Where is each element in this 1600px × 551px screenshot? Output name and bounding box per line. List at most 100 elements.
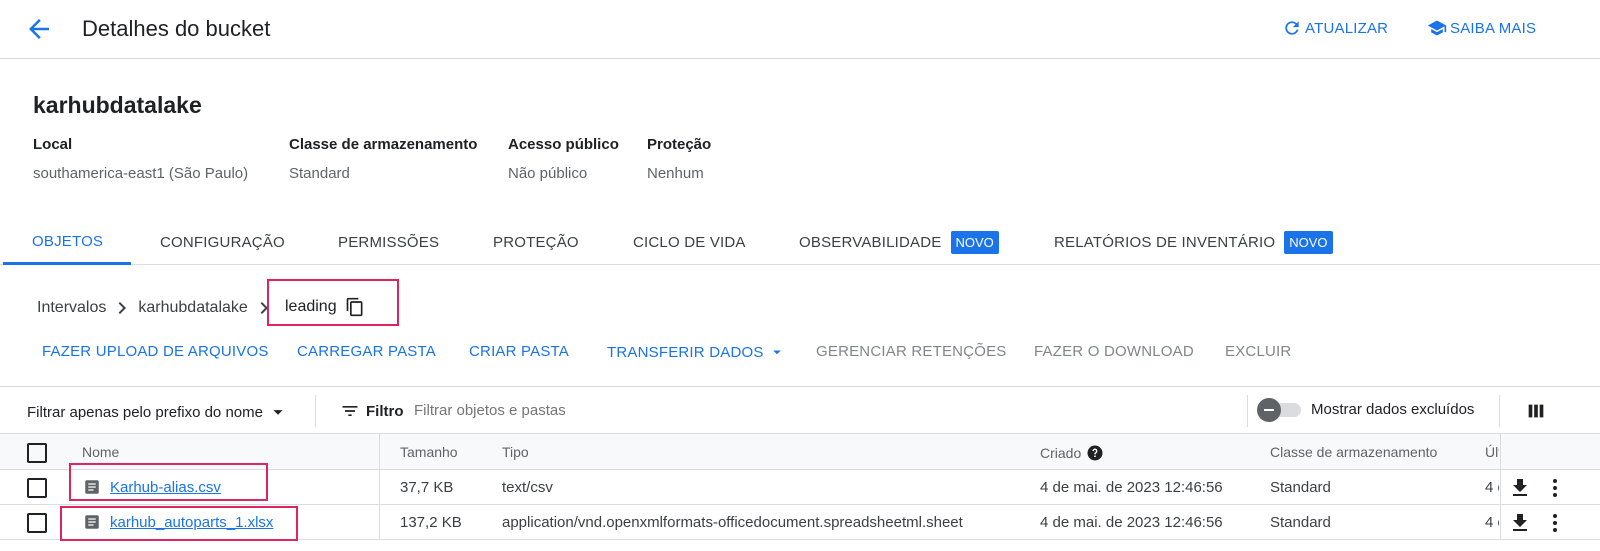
column-display-icon[interactable] bbox=[1525, 400, 1547, 422]
column-header-type[interactable]: Tipo bbox=[502, 444, 529, 460]
meta-location: Local southamerica-east1 (São Paulo) bbox=[33, 136, 248, 182]
tab-configuration[interactable]: CONFIGURAÇÃO bbox=[160, 220, 285, 265]
select-all-checkbox[interactable] bbox=[27, 443, 47, 463]
meta-key: Classe de armazenamento bbox=[289, 136, 478, 153]
learn-more-button[interactable]: SAIBA MAIS bbox=[1427, 18, 1536, 38]
tab-observability[interactable]: OBSERVABILIDADE NOVO bbox=[799, 220, 999, 265]
download-icon[interactable] bbox=[1508, 511, 1532, 535]
breadcrumb: Intervalos karhubdatalake bbox=[37, 296, 280, 320]
refresh-label: ATUALIZAR bbox=[1305, 19, 1389, 37]
meta-storage-class: Classe de armazenamento Standard bbox=[289, 136, 477, 182]
file-type: text/csv bbox=[502, 479, 553, 496]
filter-bar: Filtrar apenas pelo prefixo do nome Filt… bbox=[0, 386, 1600, 434]
column-header-name[interactable]: Nome bbox=[82, 444, 119, 460]
back-arrow-icon[interactable] bbox=[24, 14, 54, 44]
tab-label: CONFIGURAÇÃO bbox=[160, 234, 285, 251]
meta-value: Standard bbox=[289, 165, 350, 182]
copy-icon[interactable] bbox=[345, 297, 365, 317]
file-storage-class: Standard bbox=[1270, 479, 1331, 496]
highlight-box bbox=[69, 463, 268, 501]
show-deleted-toggle[interactable] bbox=[1257, 397, 1302, 423]
divider bbox=[1500, 505, 1501, 540]
divider bbox=[379, 434, 380, 470]
upload-folder-button[interactable]: CARREGAR PASTA bbox=[297, 343, 436, 360]
divider bbox=[1499, 395, 1500, 427]
tab-label: PROTEÇÃO bbox=[493, 234, 579, 251]
divider bbox=[379, 505, 380, 540]
upload-files-button[interactable]: FAZER UPLOAD DE ARQUIVOS bbox=[42, 343, 269, 360]
breadcrumb-item[interactable]: Intervalos bbox=[37, 299, 106, 317]
tab-objects[interactable]: OBJETOS bbox=[3, 220, 131, 265]
breadcrumb-item[interactable]: karhubdatalake bbox=[138, 299, 247, 317]
file-last-modified: 4 d bbox=[1485, 479, 1499, 496]
tab-label: PERMISSÕES bbox=[338, 234, 440, 251]
file-storage-class: Standard bbox=[1270, 514, 1331, 531]
refresh-icon bbox=[1282, 18, 1302, 38]
file-created: 4 de mai. de 2023 12:46:56 bbox=[1040, 479, 1223, 496]
tab-protection[interactable]: PROTEÇÃO bbox=[493, 220, 579, 265]
learn-more-label: SAIBA MAIS bbox=[1450, 19, 1537, 37]
column-header-created[interactable]: Criado bbox=[1040, 444, 1104, 462]
meta-key: Acesso público bbox=[508, 136, 619, 153]
dropdown-arrow-icon bbox=[768, 343, 786, 361]
show-deleted-label: Mostrar dados excluídos bbox=[1311, 401, 1475, 418]
column-header-size[interactable]: Tamanho bbox=[400, 444, 458, 460]
tab-label: CICLO DE VIDA bbox=[633, 234, 746, 251]
tab-bar: OBJETOS CONFIGURAÇÃO PERMISSÕES PROTEÇÃO… bbox=[0, 220, 1600, 265]
download-icon[interactable] bbox=[1508, 476, 1532, 500]
file-size: 37,7 KB bbox=[400, 479, 454, 496]
divider bbox=[379, 470, 380, 505]
row-checkbox[interactable] bbox=[27, 478, 47, 498]
divider bbox=[1247, 395, 1248, 427]
file-type: application/vnd.openxmlformats-officedoc… bbox=[502, 514, 963, 531]
transfer-data-button[interactable]: TRANSFERIR DADOS bbox=[607, 343, 786, 361]
school-icon bbox=[1427, 18, 1447, 38]
meta-value: Não público bbox=[508, 165, 588, 182]
more-options-icon[interactable] bbox=[1543, 511, 1567, 535]
breadcrumb-current-label: leading bbox=[285, 298, 337, 315]
download-button[interactable]: FAZER O DOWNLOAD bbox=[1034, 343, 1194, 360]
create-folder-button[interactable]: CRIAR PASTA bbox=[469, 343, 569, 360]
filter-label: Filtro bbox=[366, 402, 404, 420]
manage-retentions-button[interactable]: GERENCIAR RETENÇÕES bbox=[816, 343, 1007, 360]
more-options-icon[interactable] bbox=[1543, 476, 1567, 500]
divider bbox=[1500, 470, 1501, 505]
dropdown-arrow-icon bbox=[267, 401, 289, 423]
file-last-modified: 4 d bbox=[1485, 514, 1499, 531]
prefix-filter-label: Filtrar apenas pelo prefixo do nome bbox=[27, 403, 263, 421]
filter-input[interactable] bbox=[414, 397, 1114, 423]
meta-value: southamerica-east1 (São Paulo) bbox=[33, 165, 249, 182]
file-size: 137,2 KB bbox=[400, 514, 462, 531]
tab-inventory-reports[interactable]: RELATÓRIOS DE INVENTÁRIO NOVO bbox=[1054, 220, 1333, 265]
meta-key: Proteção bbox=[647, 136, 712, 153]
file-created: 4 de mai. de 2023 12:46:56 bbox=[1040, 514, 1223, 531]
divider bbox=[315, 395, 316, 427]
transfer-data-label: TRANSFERIR DADOS bbox=[607, 343, 764, 361]
tab-permissions[interactable]: PERMISSÕES bbox=[338, 220, 439, 265]
help-icon[interactable] bbox=[1086, 444, 1104, 462]
tab-label: OBJETOS bbox=[32, 232, 104, 250]
column-header-label: Criado bbox=[1040, 445, 1082, 461]
divider bbox=[1500, 434, 1501, 470]
filter-control[interactable]: Filtro bbox=[340, 401, 404, 421]
page-title: Detalhes do bucket bbox=[82, 16, 271, 41]
bucket-name: karhubdatalake bbox=[33, 92, 202, 118]
column-header-last-modified[interactable]: Últ bbox=[1485, 444, 1499, 460]
chevron-right-icon bbox=[106, 296, 138, 320]
toggle-knob-icon bbox=[1257, 398, 1281, 422]
tab-lifecycle[interactable]: CICLO DE VIDA bbox=[633, 220, 746, 265]
meta-key: Local bbox=[33, 136, 73, 153]
row-checkbox[interactable] bbox=[27, 513, 47, 533]
highlight-box bbox=[60, 506, 298, 541]
meta-protection: Proteção Nenhum bbox=[647, 136, 711, 182]
tab-label: OBSERVABILIDADE bbox=[799, 234, 942, 251]
delete-button[interactable]: EXCLUIR bbox=[1225, 343, 1291, 360]
meta-public-access: Acesso público Não público bbox=[508, 136, 619, 182]
prefix-filter-dropdown[interactable]: Filtrar apenas pelo prefixo do nome bbox=[27, 401, 289, 423]
column-header-storage-class[interactable]: Classe de armazenamento bbox=[1270, 444, 1437, 460]
filter-list-icon bbox=[340, 401, 360, 421]
new-badge: NOVO bbox=[1284, 231, 1333, 254]
tab-label: RELATÓRIOS DE INVENTÁRIO bbox=[1054, 234, 1276, 251]
meta-value: Nenhum bbox=[647, 165, 704, 182]
refresh-button[interactable]: ATUALIZAR bbox=[1282, 18, 1388, 38]
